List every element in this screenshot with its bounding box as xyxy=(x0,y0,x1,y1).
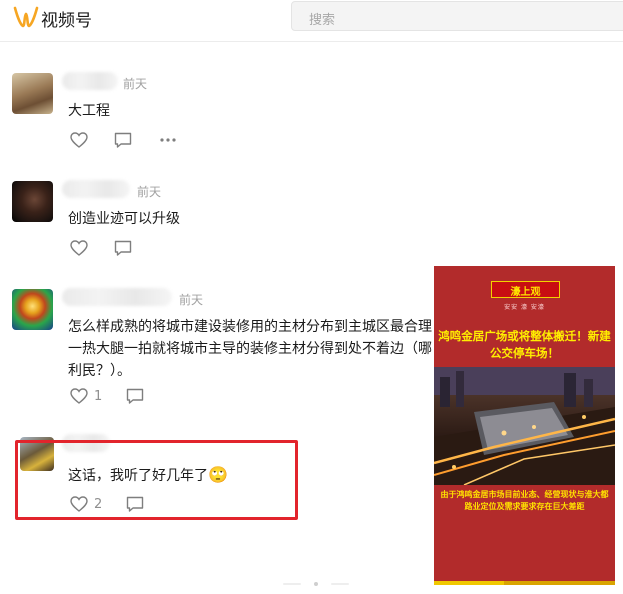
comment-item: 前天 大工程 xyxy=(0,66,623,156)
comment-item: 前天 创造业迹可以升级 xyxy=(0,174,623,264)
avatar[interactable] xyxy=(12,181,53,222)
top-bar: 视频号 搜索 xyxy=(0,0,623,42)
page-dot xyxy=(331,583,349,585)
comment-time: 前天 xyxy=(123,77,148,91)
reply-button[interactable] xyxy=(114,238,132,258)
like-button[interactable] xyxy=(70,130,88,150)
comment-icon xyxy=(114,132,132,148)
video-caption: 由于鸿鸣金居市场目前业态、经营现状与淮大都路业定位及需求要求存在巨大差距 xyxy=(440,490,609,511)
brand-label: 濠上观 xyxy=(510,287,541,298)
more-dots-icon xyxy=(160,138,176,142)
comment-text-line-2: 一热大腿一拍就将城市主导的装修主材分得到处不着边（哪 xyxy=(68,341,432,357)
heart-icon xyxy=(70,240,88,256)
progress-bar-fill xyxy=(434,581,504,585)
search-input[interactable]: 搜索 xyxy=(291,1,623,31)
comment-icon xyxy=(126,388,144,404)
pagination-indicator xyxy=(283,572,349,586)
comment-text-line-1: 怎么样成熟的将城市建设装修用的主材分布到主城区最合理 xyxy=(68,319,432,335)
page-dot xyxy=(283,583,301,585)
like-button[interactable]: 1 xyxy=(70,386,102,406)
comment-time: 前天 xyxy=(137,185,162,199)
comment-text: 大工程 xyxy=(68,103,110,119)
reply-button[interactable] xyxy=(126,386,144,406)
comment-icon xyxy=(114,240,132,256)
heart-icon xyxy=(70,388,88,404)
brand-subtitle: 安安 濠 安濠 xyxy=(504,304,545,311)
more-button[interactable] xyxy=(160,130,176,150)
username-blurred[interactable] xyxy=(62,288,172,306)
video-channel-logo-icon[interactable] xyxy=(13,5,39,29)
aerial-city-photo xyxy=(434,367,615,485)
heart-icon xyxy=(70,132,88,148)
reply-button[interactable] xyxy=(114,130,132,150)
brand-label-box: 濠上观 xyxy=(491,281,560,298)
avatar[interactable] xyxy=(12,289,53,330)
avatar[interactable] xyxy=(12,73,53,114)
search-placeholder: 搜索 xyxy=(309,13,336,28)
like-count: 1 xyxy=(94,388,103,404)
app-title[interactable]: 视频号 xyxy=(41,6,92,31)
comment-text-line-3: 利民？）。 xyxy=(68,363,131,379)
like-button[interactable] xyxy=(70,238,88,258)
page-dot-active xyxy=(314,582,318,586)
comment-time: 前天 xyxy=(179,293,204,307)
username-blurred[interactable] xyxy=(62,180,130,198)
comment-text: 创造业迹可以升级 xyxy=(68,211,180,227)
video-card[interactable]: 濠上观 安安 濠 安濠 鸿鸣金居广场或将整体搬迁！新建公交停车场！ 由于鸿鸣金居… xyxy=(434,266,615,585)
highlight-annotation-box xyxy=(15,440,298,520)
video-headline: 鸿鸣金居广场或将整体搬迁！新建公交停车场！ xyxy=(438,329,611,360)
username-blurred[interactable] xyxy=(62,72,118,90)
